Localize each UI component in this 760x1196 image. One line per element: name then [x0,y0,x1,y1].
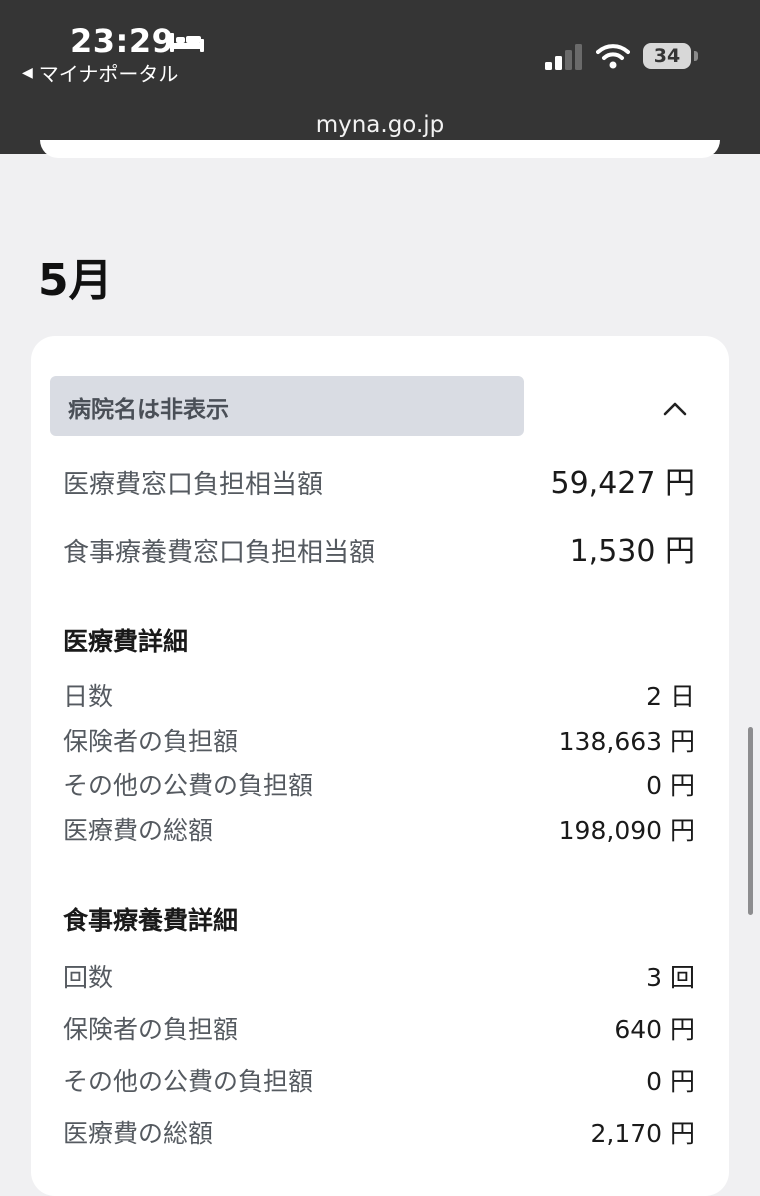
detail-row: 回数 3 回 [63,958,695,994]
detail-label: その他の公費の負担額 [63,1067,314,1096]
detail-row: 保険者の負担額 640 円 [63,1010,695,1046]
detail-row: 医療費の総額 2,170 円 [63,1114,695,1150]
wifi-icon [596,44,630,69]
hospital-name: 病院名は非表示 [68,397,229,423]
detail-value: 138,663 円 [558,727,695,756]
back-to-app-link[interactable]: ◀ マイナポータル [22,58,178,87]
clock-time: 23:29 [70,22,175,60]
detail-label: 日数 [63,682,114,711]
scrollbar[interactable] [748,727,753,915]
detail-value: 2 日 [646,682,695,711]
summary-value: 59,427 円 [550,466,695,501]
summary-label: 食事療養費窓口負担相当額 [63,538,376,568]
battery-indicator: 34 [643,43,691,69]
detail-row: その他の公費の負担額 0 円 [63,1062,695,1098]
previous-card-edge [40,140,720,158]
detail-value: 3 回 [646,963,695,992]
section-title-medical-detail: 医療費詳細 [63,627,189,656]
detail-row: 保険者の負担額 138,663 円 [63,722,695,758]
detail-label: 医療費の総額 [63,1119,214,1148]
back-arrow-icon: ◀ [22,64,33,81]
detail-label: 保険者の負担額 [63,1015,239,1044]
detail-value: 0 円 [646,1067,695,1096]
battery-cap [694,51,698,61]
back-app-label: マイナポータル [38,62,179,86]
bed-icon [170,33,204,52]
detail-row: その他の公費の負担額 0 円 [63,766,695,802]
detail-row: 日数 2 日 [63,677,695,713]
summary-row-meal: 食事療養費窓口負担相当額 1,530 円 [63,526,695,570]
hospital-header[interactable]: 病院名は非表示 [50,376,524,436]
section-title-meal-detail: 食事療養費詳細 [63,906,239,935]
detail-label: 医療費の総額 [63,816,214,845]
summary-row-medical: 医療費窓口負担相当額 59,427 円 [63,458,695,502]
status-bar: 23:29 ◀ マイナポータル 34 myna.go.jp [0,0,760,154]
month-detail-card: 病院名は非表示 医療費窓口負担相当額 59,427 円 食事療養費窓口負担相当額… [31,336,729,1196]
month-heading: 5月 [38,255,113,306]
detail-label: その他の公費の負担額 [63,771,314,800]
detail-value: 198,090 円 [558,816,695,845]
cellular-signal-icon [545,44,582,70]
url-bar[interactable]: myna.go.jp [0,112,760,138]
detail-row: 医療費の総額 198,090 円 [63,811,695,847]
detail-label: 保険者の負担額 [63,727,239,756]
chevron-up-icon[interactable] [661,398,689,418]
summary-label: 医療費窓口負担相当額 [63,470,324,500]
detail-value: 640 円 [614,1015,695,1044]
detail-label: 回数 [63,963,114,992]
detail-value: 0 円 [646,771,695,800]
detail-value: 2,170 円 [590,1119,695,1148]
summary-value: 1,530 円 [569,534,695,569]
